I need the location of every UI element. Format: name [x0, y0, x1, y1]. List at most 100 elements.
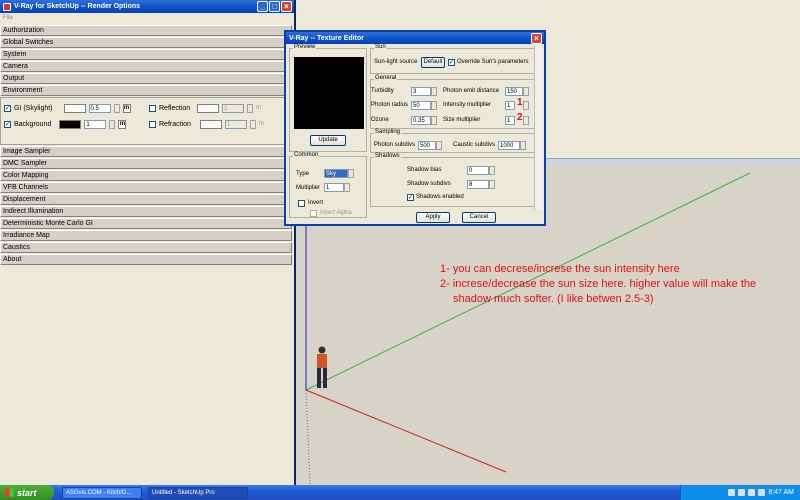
photon-radius-field[interactable]: 50	[411, 101, 431, 110]
vray-titlebar[interactable]: V-Ray for SketchUp -- Render Options _ □…	[0, 0, 294, 13]
refraction-value: 1	[224, 119, 247, 129]
background-value[interactable]: 1	[84, 119, 107, 129]
tray-security-icon[interactable]	[748, 489, 756, 496]
multiplier-label: Multiplier	[296, 185, 321, 191]
rollout-output[interactable]: Output	[0, 73, 292, 84]
shadow-bias-field[interactable]: 0	[467, 166, 489, 175]
taskbar-item-sketchup[interactable]: Untitled - SketchUp Pro	[148, 486, 248, 499]
photon-subdivs-spinner[interactable]	[436, 141, 442, 150]
ozone-spinner[interactable]	[431, 116, 437, 125]
intensity-field[interactable]: 1	[505, 101, 515, 110]
refraction-label: Refraction	[159, 120, 191, 128]
invert-label: Invert	[308, 200, 324, 206]
maximize-button[interactable]: □	[269, 1, 280, 12]
photon-radius-label: Photon radius	[371, 102, 409, 108]
gi-value[interactable]: 0.5	[88, 103, 111, 113]
multiplier-spinner[interactable]	[344, 183, 350, 192]
gi-label: GI (Skylight)	[14, 104, 53, 112]
windows-flag-icon	[5, 488, 14, 497]
intensity-label: Intensity multiplier	[443, 102, 492, 108]
background-color-swatch[interactable]	[59, 119, 82, 129]
caustic-subdivs-spinner[interactable]	[520, 141, 526, 150]
background-spinner[interactable]	[109, 119, 116, 129]
update-button[interactable]: Update	[310, 135, 346, 146]
rollout-caustics[interactable]: Caustics	[0, 242, 292, 253]
rollout-color-mapping[interactable]: Color Mapping	[0, 170, 292, 181]
file-menu[interactable]: File	[0, 13, 294, 23]
caustic-subdivs-label: Caustic subdivs	[453, 142, 496, 148]
tray-volume-icon[interactable]	[738, 489, 746, 496]
cancel-button[interactable]: Cancel	[462, 212, 496, 223]
rollout-dmc-gi[interactable]: Deterministic Monte Carlo GI	[0, 218, 292, 229]
type-select[interactable]: Sky	[324, 169, 348, 178]
environment-panel: ✓ GI (Skylight) 0.5 m ✓ Background 1 m R…	[0, 97, 292, 145]
sampling-group: Sampling Photon subdivs 500 Caustic subd…	[370, 129, 535, 153]
gi-color-swatch[interactable]	[63, 103, 86, 113]
gi-spinner[interactable]	[113, 103, 120, 113]
turbidity-spinner[interactable]	[431, 87, 437, 96]
refraction-color-swatch[interactable]	[199, 119, 222, 129]
photon-radius-spinner[interactable]	[431, 101, 437, 110]
gi-map-button[interactable]: m	[122, 103, 131, 113]
rollout-about[interactable]: About	[0, 254, 292, 265]
rollout-displacement[interactable]: Displacement	[0, 194, 292, 205]
apply-button[interactable]: Apply	[416, 212, 450, 223]
multiplier-field[interactable]: 1	[324, 183, 344, 192]
rollout-vfb-channels[interactable]: VFB Channels	[0, 182, 292, 193]
reflection-m-label: m	[256, 105, 262, 111]
reflection-color-swatch[interactable]	[197, 103, 220, 113]
ozone-field[interactable]: 0.35	[411, 116, 431, 125]
texture-editor-titlebar[interactable]: V-Ray -- Texture Editor ×	[286, 32, 544, 44]
rollout-global-switches[interactable]: Global Switches	[0, 37, 292, 48]
tray-network-icon[interactable]	[728, 489, 736, 496]
vray-title: V-Ray for SketchUp -- Render Options	[14, 3, 141, 10]
general-label: General	[374, 75, 398, 81]
gi-checkbox[interactable]: ✓	[4, 104, 11, 112]
background-map-button[interactable]: m	[118, 119, 127, 129]
start-button[interactable]: start	[0, 485, 54, 500]
override-checkbox[interactable]: ✓	[448, 59, 455, 66]
turbidity-field[interactable]: 3	[411, 87, 431, 96]
size-field[interactable]: 1	[505, 116, 515, 125]
override-label: Override Sun's parameters	[457, 59, 529, 65]
preview-label: Preview	[293, 44, 317, 50]
rollout-environment[interactable]: Environment	[0, 85, 292, 96]
minimize-button[interactable]: _	[257, 1, 268, 12]
photon-subdivs-field[interactable]: 500	[418, 141, 436, 150]
tray-app-icon[interactable]	[758, 489, 766, 496]
annotation-line-1: 1- you can decrese/increse the sun inten…	[440, 263, 680, 275]
common-label: Common	[293, 152, 320, 158]
size-spinner[interactable]	[523, 116, 529, 125]
rollout-list: Authorization Global Switches System Cam…	[0, 25, 292, 266]
refraction-row: Refraction 1 m	[149, 118, 264, 130]
background-checkbox[interactable]: ✓	[4, 120, 11, 128]
invert-alpha-checkbox	[310, 210, 317, 217]
shadow-subdivs-field[interactable]: 8	[467, 180, 489, 189]
shadow-subdivs-spinner[interactable]	[489, 180, 495, 189]
texture-editor-scrollbar[interactable]	[534, 46, 542, 210]
reflection-label: Reflection	[159, 104, 191, 112]
intensity-spinner[interactable]	[523, 101, 529, 110]
preview-image	[294, 57, 364, 129]
photon-emit-field[interactable]: 150	[505, 87, 523, 96]
shadows-enabled-checkbox[interactable]: ✓	[407, 194, 414, 201]
rollout-image-sampler[interactable]: Image Sampler	[0, 146, 292, 157]
taskbar-item-asgvis[interactable]: ASGvis.COM - Kitch/D...	[62, 486, 142, 499]
rollout-irradiance-map[interactable]: Irradiance Map	[0, 230, 292, 241]
rollout-dmc-sampler[interactable]: DMC Sampler	[0, 158, 292, 169]
type-dropdown-arrow-icon[interactable]	[348, 169, 354, 178]
rollout-authorization[interactable]: Authorization	[0, 25, 292, 36]
invert-checkbox[interactable]	[298, 200, 305, 207]
rollout-indirect-illumination[interactable]: Indirect Illumination	[0, 206, 292, 217]
shadow-bias-spinner[interactable]	[489, 166, 495, 175]
sunlight-source-label: Sun-light source	[374, 59, 418, 65]
default-button[interactable]: Default	[421, 57, 445, 68]
caustic-subdivs-field[interactable]: 1000	[498, 141, 520, 150]
reflection-checkbox[interactable]	[149, 104, 156, 112]
rollout-camera[interactable]: Camera	[0, 61, 292, 72]
texture-editor-close-button[interactable]: ×	[531, 33, 542, 44]
close-button[interactable]: ×	[281, 1, 292, 12]
refraction-checkbox[interactable]	[149, 120, 156, 128]
rollout-system[interactable]: System	[0, 49, 292, 60]
photon-emit-spinner[interactable]	[523, 87, 529, 96]
